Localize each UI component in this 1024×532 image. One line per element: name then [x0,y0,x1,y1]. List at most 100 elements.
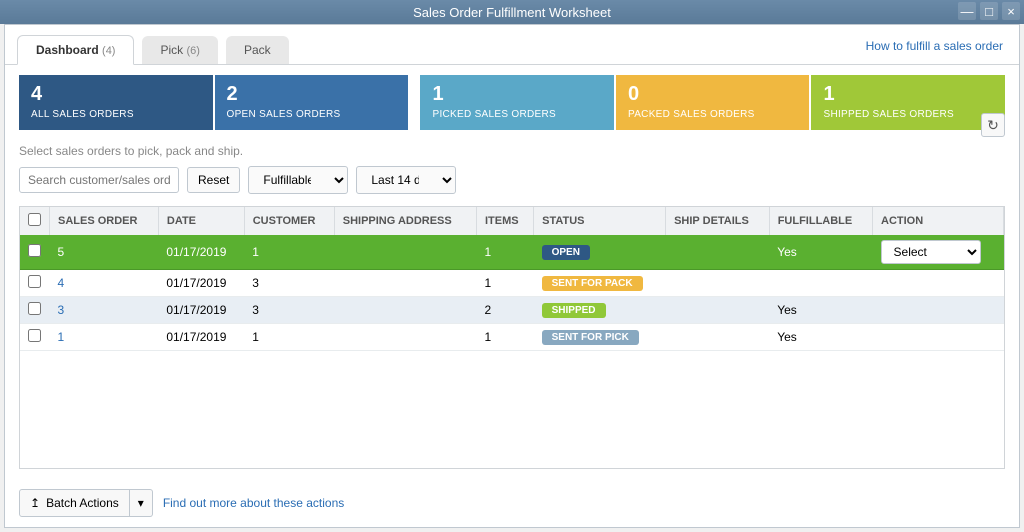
orders-table-wrap: SALES ORDER DATE CUSTOMER SHIPPING ADDRE… [19,206,1005,469]
table-row[interactable]: 1 01/17/2019 1 1 SENT FOR PICK Yes [20,324,1004,351]
batch-actions-split: ↥ Batch Actions ▾ [19,489,153,517]
table-empty-space [20,351,1004,468]
filter-bar: Reset Fulfillable Last 14 days [19,166,1005,194]
up-arrow-icon: ↥ [30,496,40,510]
dashboard-panel: 4 ALL SALES ORDERS 2 OPEN SALES ORDERS 1… [5,65,1019,479]
cell-date: 01/17/2019 [158,324,244,351]
cell-ship-details [666,297,770,324]
card-open-orders[interactable]: 2 OPEN SALES ORDERS [215,75,409,130]
col-ship-details[interactable]: SHIP DETAILS [666,207,770,235]
refresh-button[interactable]: ↻ [981,113,1005,137]
minimize-button[interactable]: — [958,2,976,20]
cell-action [873,297,1004,324]
tab-pack[interactable]: Pack [226,36,289,64]
titlebar: Sales Order Fulfillment Worksheet — □ × [0,0,1024,24]
status-badge: SENT FOR PICK [542,330,639,345]
col-items[interactable]: ITEMS [476,207,533,235]
row-checkbox[interactable] [28,275,41,288]
card-packed-orders[interactable]: 0 PACKED SALES ORDERS [616,75,810,130]
tabbar: Dashboard (4) Pick (6) Pack How to fulfi… [5,25,1019,65]
help-link[interactable]: How to fulfill a sales order [866,39,1003,53]
card-shipped-orders[interactable]: 1 SHIPPED SALES ORDERS [811,75,1005,130]
cell-ship-details [666,235,770,270]
sales-order-link[interactable]: 4 [58,276,65,290]
table-row[interactable]: 5 01/17/2019 1 1 OPEN Yes Select [20,235,1004,270]
row-checkbox[interactable] [28,302,41,315]
card-label: OPEN SALES ORDERS [227,109,341,120]
col-date[interactable]: DATE [158,207,244,235]
card-all-orders[interactable]: 4 ALL SALES ORDERS [19,75,213,130]
cell-date: 01/17/2019 [158,235,244,270]
cell-fulfillable: Yes [769,235,872,270]
table-row[interactable]: 3 01/17/2019 3 2 SHIPPED Yes [20,297,1004,324]
cell-customer: 3 [244,297,334,324]
col-checkbox [20,207,50,235]
cell-fulfillable: Yes [769,297,872,324]
action-select[interactable]: Select [881,240,981,264]
cell-customer: 3 [244,270,334,297]
tab-count: (4) [102,45,115,57]
tab-label: Pick [160,43,183,57]
cell-items: 1 [476,235,533,270]
col-action[interactable]: ACTION [873,207,1004,235]
card-picked-orders[interactable]: 1 PICKED SALES ORDERS [420,75,614,130]
content-area: Dashboard (4) Pick (6) Pack How to fulfi… [4,24,1020,528]
search-input[interactable] [19,167,179,193]
card-label: SHIPPED SALES ORDERS [823,109,953,120]
cell-date: 01/17/2019 [158,270,244,297]
tab-count: (6) [187,45,200,57]
cell-shipping [334,324,476,351]
status-badge: SHIPPED [542,303,606,318]
cell-items: 2 [476,297,533,324]
cell-fulfillable: Yes [769,324,872,351]
instruction-text: Select sales orders to pick, pack and sh… [19,144,1005,158]
tab-label: Dashboard [36,43,99,57]
reset-button[interactable]: Reset [187,167,240,193]
date-range-select[interactable]: Last 14 days [356,166,456,194]
cell-ship-details [666,324,770,351]
sales-order-link[interactable]: 1 [58,330,65,344]
footer-bar: ↥ Batch Actions ▾ Find out more about th… [5,479,1019,527]
footer-help-link[interactable]: Find out more about these actions [163,496,344,510]
sales-order-link[interactable]: 5 [58,245,65,259]
col-sales-order[interactable]: SALES ORDER [50,207,159,235]
window-title: Sales Order Fulfillment Worksheet [413,5,611,20]
row-checkbox[interactable] [28,329,41,342]
batch-actions-button[interactable]: ↥ Batch Actions [19,489,130,517]
table-header-row: SALES ORDER DATE CUSTOMER SHIPPING ADDRE… [20,207,1004,235]
table-row[interactable]: 4 01/17/2019 3 1 SENT FOR PACK [20,270,1004,297]
fulfillable-select[interactable]: Fulfillable [248,166,348,194]
tab-label: Pack [244,43,271,57]
card-number: 2 [227,83,397,106]
summary-cards: 4 ALL SALES ORDERS 2 OPEN SALES ORDERS 1… [19,75,1005,130]
cell-action [873,324,1004,351]
col-fulfillable[interactable]: FULFILLABLE [769,207,872,235]
close-button[interactable]: × [1002,2,1020,20]
cell-customer: 1 [244,324,334,351]
cell-date: 01/17/2019 [158,297,244,324]
app-window: Sales Order Fulfillment Worksheet — □ × … [0,0,1024,532]
refresh-icon: ↻ [987,117,999,134]
col-shipping[interactable]: SHIPPING ADDRESS [334,207,476,235]
batch-label: Batch Actions [46,496,119,510]
card-label: ALL SALES ORDERS [31,109,134,120]
card-number: 1 [432,83,602,106]
sales-order-link[interactable]: 3 [58,303,65,317]
card-label: PACKED SALES ORDERS [628,109,755,120]
maximize-button[interactable]: □ [980,2,998,20]
status-badge: OPEN [542,245,590,260]
cell-ship-details [666,270,770,297]
cell-shipping [334,235,476,270]
col-customer[interactable]: CUSTOMER [244,207,334,235]
row-checkbox[interactable] [28,244,41,257]
orders-table: SALES ORDER DATE CUSTOMER SHIPPING ADDRE… [20,207,1004,351]
tab-dashboard[interactable]: Dashboard (4) [17,35,134,65]
batch-actions-dropdown[interactable]: ▾ [130,489,153,517]
col-status[interactable]: STATUS [534,207,666,235]
cell-action [873,270,1004,297]
card-number: 1 [823,83,993,106]
tab-pick[interactable]: Pick (6) [142,36,217,64]
select-all-checkbox[interactable] [28,213,41,226]
cell-shipping [334,270,476,297]
card-number: 0 [628,83,798,106]
